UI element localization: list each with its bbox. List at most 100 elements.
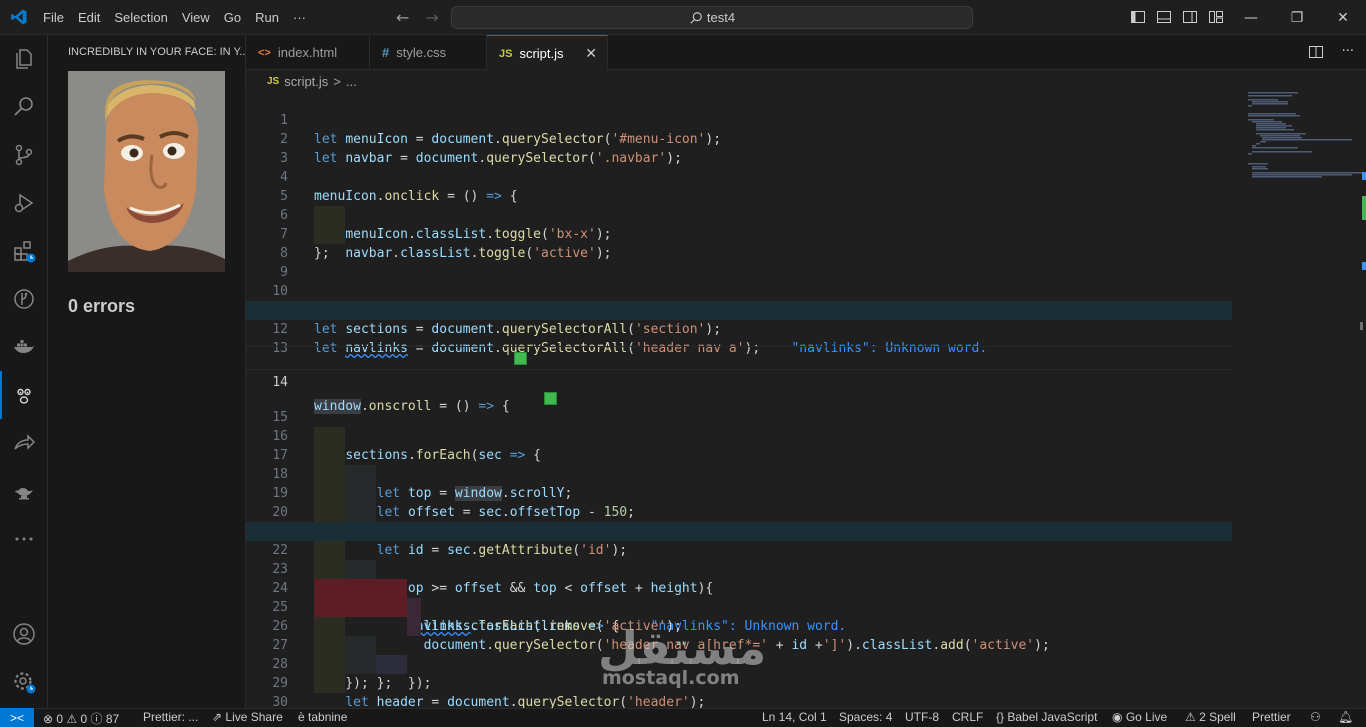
cursor-position[interactable]: Ln 14, Col 1 (762, 710, 827, 724)
git-graph-icon[interactable] (0, 275, 48, 323)
close-window-icon[interactable]: ✕ (1320, 0, 1366, 35)
code-line: 24 document.querySelector('header nav a[… (246, 560, 1232, 653)
code-line: 26 }; (246, 598, 1232, 691)
extensions-icon[interactable] (0, 227, 48, 275)
explorer-icon[interactable] (0, 35, 48, 83)
menu-edit[interactable]: Edit (71, 10, 107, 25)
tab-script-js[interactable]: JS script.js ✕ (487, 35, 608, 71)
code-line: 25 }); (246, 579, 1232, 691)
scrollbar-marker (1362, 172, 1366, 180)
menu-go[interactable]: Go (217, 10, 248, 25)
more-actions-icon[interactable]: ··· (1342, 44, 1354, 64)
tab-index-html[interactable]: <> index.html (246, 35, 370, 70)
language-label: Babel JavaScript (1007, 710, 1098, 724)
restore-icon[interactable]: ❐ (1274, 0, 1320, 35)
incredibly-in-your-face-icon[interactable] (0, 371, 48, 419)
genie-lamp-icon[interactable] (0, 467, 48, 515)
tab-style-css[interactable]: # style.css (370, 35, 487, 70)
breadcrumb-separator: > (333, 73, 341, 89)
color-decorator-icon[interactable] (544, 392, 557, 405)
indentation-status[interactable]: Spaces: 4 (839, 710, 892, 724)
code-line: 6 navbar.classList.toggle('active'); (246, 187, 1232, 261)
prettier-status-left[interactable]: Prettier: ... (143, 710, 198, 724)
manage-gear-icon[interactable] (0, 658, 48, 706)
forward-arrow-icon[interactable]: → (425, 8, 438, 27)
problems-status[interactable]: ⊗ 0 ⚠ 0 ⓘ 87 (43, 710, 119, 727)
color-decorator-icon[interactable] (514, 352, 527, 365)
scrollbar-marker (1360, 322, 1363, 330)
side-panel: INCREDIBLY IN YOUR FACE: IN Y... 0 error… (48, 35, 249, 708)
go-live-button[interactable]: ◉ Go Live (1112, 710, 1167, 724)
breadcrumb-file[interactable]: script.js (284, 74, 328, 89)
menu-selection[interactable]: Selection (107, 10, 174, 25)
menu-bar: File Edit Selection View Go Run ··· (36, 0, 313, 35)
scrollbar-marker (1362, 196, 1366, 220)
customize-layout-icon[interactable] (1208, 9, 1224, 25)
breadcrumb-symbol[interactable]: ... (346, 74, 357, 89)
status-bar: >< ⊗ 0 ⚠ 0 ⓘ 87 Prettier: ... ⇗ Live Sha… (0, 708, 1366, 727)
menu-more[interactable]: ··· (286, 10, 313, 25)
accounts-icon[interactable] (0, 610, 48, 658)
more-views-icon[interactable] (0, 515, 48, 563)
code-line: 1 let menuIcon = document.querySelector(… (246, 92, 1232, 147)
code-line: 20 (246, 484, 1232, 541)
toggle-primary-sidebar-icon[interactable] (1130, 9, 1146, 25)
mr-incredible-image (68, 71, 225, 272)
error-count: 0 errors (68, 296, 136, 316)
code-line: 29 (246, 655, 1232, 691)
eol-status[interactable]: CRLF (952, 710, 983, 724)
code-line: 21 if(top >= offset && top < offset + he… (246, 503, 1232, 596)
code-line: 15 sections.forEach(sec => { (246, 389, 1232, 463)
prettier-status[interactable]: Prettier (1252, 710, 1291, 724)
source-control-icon[interactable] (0, 131, 48, 179)
code-line: 16 let top = window.scrollY; (246, 408, 1232, 501)
code-line: 31 (246, 693, 1232, 708)
minimize-icon[interactable]: — (1228, 0, 1274, 35)
code-editor[interactable]: 1 let menuIcon = document.querySelector(… (246, 92, 1366, 708)
spell-status[interactable]: ⚠ 2 Spell (1185, 710, 1236, 724)
code-line: 28 let header = document.querySelector('… (246, 636, 1232, 708)
code-line: 12 let navlinks = document.querySelector… (246, 301, 1232, 356)
vscode-logo-icon (11, 9, 27, 25)
docker-icon[interactable] (0, 323, 48, 371)
spell-label: 2 Spell (1199, 710, 1236, 724)
code-line: 3 (246, 130, 1232, 166)
notifications-bell-icon[interactable]: 🔔︎ (1338, 710, 1353, 724)
html-file-icon: <> (258, 46, 271, 59)
go-live-label: Go Live (1125, 710, 1168, 724)
menu-run[interactable]: Run (248, 10, 286, 25)
code-line: 8 (246, 225, 1232, 261)
close-tab-icon[interactable]: ✕ (585, 45, 597, 62)
split-editor-icon[interactable] (1308, 44, 1324, 64)
scrollbar-marker (1362, 262, 1366, 270)
live-share-icon[interactable] (0, 419, 48, 467)
account-status-icon[interactable]: ⚇ (1310, 710, 1321, 724)
code-line: 2 let navbar = document.querySelector('.… (246, 111, 1232, 166)
search-icon (690, 11, 702, 24)
toggle-secondary-sidebar-icon[interactable] (1182, 9, 1198, 25)
activity-bar (0, 35, 48, 708)
command-center-search[interactable]: test4 (451, 6, 973, 29)
back-arrow-icon[interactable]: ← (396, 8, 409, 27)
search-label: test4 (706, 10, 736, 25)
tabnine-status[interactable]: ѐ tabnine (298, 710, 347, 724)
toggle-panel-icon[interactable] (1156, 9, 1172, 25)
breadcrumb: JS script.js > ... (246, 70, 1267, 92)
tabnine-label: tabnine (308, 710, 348, 724)
language-mode[interactable]: {} Babel JavaScript (996, 710, 1097, 724)
menu-view[interactable]: View (175, 10, 217, 25)
code-line: 18 let height = sec.offsetHeight; (246, 446, 1232, 539)
remote-icon: >< (9, 710, 24, 725)
remote-indicator[interactable]: >< (0, 708, 34, 727)
menu-file[interactable]: File (36, 10, 71, 25)
encoding-status[interactable]: UTF-8 (905, 710, 939, 724)
code-line: 10 (246, 263, 1232, 299)
search-view-icon[interactable] (0, 83, 48, 131)
minimap[interactable] (1246, 92, 1366, 212)
tab-label: script.js (519, 46, 564, 61)
code-line: 17 let offset = sec.offsetTop - 150; (246, 427, 1232, 520)
live-share-status[interactable]: ⇗ Live Share (212, 710, 283, 724)
code-line: 11 let sections = document.querySelector… (246, 282, 1232, 337)
run-debug-icon[interactable] (0, 179, 48, 227)
code-line: 9 (246, 244, 1232, 280)
